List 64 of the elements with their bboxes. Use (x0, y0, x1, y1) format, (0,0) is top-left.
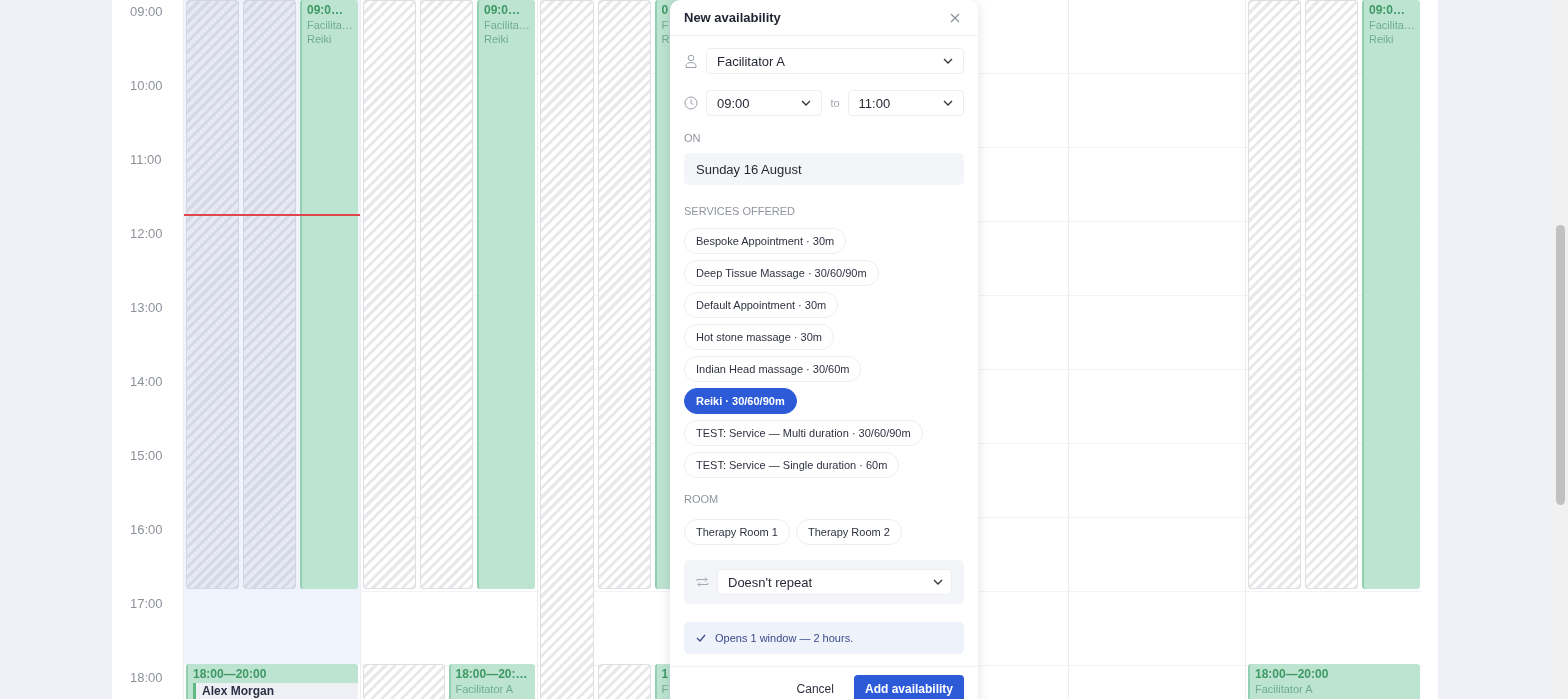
event-facilitator: Facilitator A (1255, 682, 1313, 696)
event-facilitator: Facilita… (307, 18, 353, 32)
event-time: 18:00—20:00 (1255, 667, 1329, 682)
hour-label: 13:00 (130, 300, 163, 315)
event-time: 09:0… (307, 3, 344, 18)
section-label: SERVICES OFFERED (684, 205, 796, 217)
day-column[interactable]: 09:0… Facilita… Reiki 18:00—20:00 Alex Morgan (183, 0, 360, 699)
room-chip[interactable]: Therapy Room 2 (795, 519, 902, 545)
clock-icon (684, 96, 698, 110)
person-icon (684, 54, 698, 68)
start-time-select[interactable]: 09:00 (706, 90, 823, 116)
hour-label: 11:00 (130, 152, 162, 167)
event-facilitator: Facilitator A (455, 682, 513, 696)
check-icon (696, 634, 706, 642)
hour-label: 14:00 (130, 374, 163, 389)
event-service: Reiki (307, 32, 332, 46)
event-service: Reiki (484, 32, 509, 46)
event-facilitator: F (661, 682, 669, 696)
hour-label: 16:00 (130, 522, 163, 537)
service-chip[interactable]: Deep Tissue Massage · 30/60/90m (684, 260, 879, 286)
chevron-down-icon (941, 58, 955, 64)
service-chip[interactable]: Reiki · 30/60/90m (684, 388, 797, 414)
scrollbar[interactable] (1553, 0, 1568, 699)
event-time: 1 (661, 667, 669, 682)
event-service: R (661, 32, 670, 46)
service-chip[interactable]: Bespoke Appointment · 30m (684, 228, 847, 254)
cancel-button[interactable]: Cancel (790, 678, 840, 699)
service-chip[interactable]: Default Appointment · 30m (684, 292, 839, 318)
event-facilitator: Facilita… (1369, 18, 1415, 32)
close-icon[interactable] (950, 12, 960, 23)
service-chip[interactable]: Hot stone massage · 30m (684, 324, 834, 350)
room-chip[interactable]: Therapy Room 1 (684, 519, 790, 545)
hour-label: 12:00 (130, 226, 163, 241)
event-facilitator: Facilita… (484, 18, 530, 32)
to-label: to (830, 97, 840, 109)
event-time: 0 (661, 3, 669, 18)
section-label: ON (684, 132, 701, 144)
event-time: 18:00—20:… (455, 667, 528, 682)
availability-block[interactable]: 18:00—20:00 Alex Morgan (186, 664, 358, 699)
hour-label: 17:00 (130, 596, 163, 611)
service-chip[interactable]: TEST: Service — Multi duration · 30/60/90m (684, 420, 923, 446)
hour-label: 18:00 (130, 670, 163, 685)
summary-text: Opens 1 window — 2 hours. (715, 632, 854, 644)
booking-card[interactable]: Alex Morgan (193, 683, 358, 699)
event-time: 18:00—20:00 (193, 667, 267, 682)
facilitator-select[interactable]: Facilitator A (706, 48, 964, 74)
event-time: 09:0… (1369, 3, 1406, 18)
event-service: Reiki (1369, 32, 1394, 46)
end-time-select[interactable]: 11:00 (847, 90, 964, 116)
repeat-icon (696, 576, 709, 588)
event-time: 09:0… (484, 3, 521, 18)
chevron-down-icon (941, 100, 955, 106)
event-facilitator: F (661, 18, 669, 32)
chevron-down-icon (933, 579, 943, 585)
section-label: ROOM (684, 493, 719, 505)
hour-label: 09:00 (130, 4, 163, 19)
date-field[interactable]: Sunday 16 August (684, 153, 964, 185)
hour-label: 15:00 (130, 448, 163, 463)
hour-label: 10:00 (130, 78, 163, 93)
dialog-title: New availability (684, 10, 781, 25)
service-chip[interactable]: TEST: Service — Single duration · 60m (684, 452, 900, 478)
service-chip[interactable]: Indian Head massage · 30/60m (684, 356, 862, 382)
repeat-select[interactable]: Doesn't repeat (717, 569, 952, 595)
add-availability-button[interactable]: Add availability (853, 675, 964, 699)
